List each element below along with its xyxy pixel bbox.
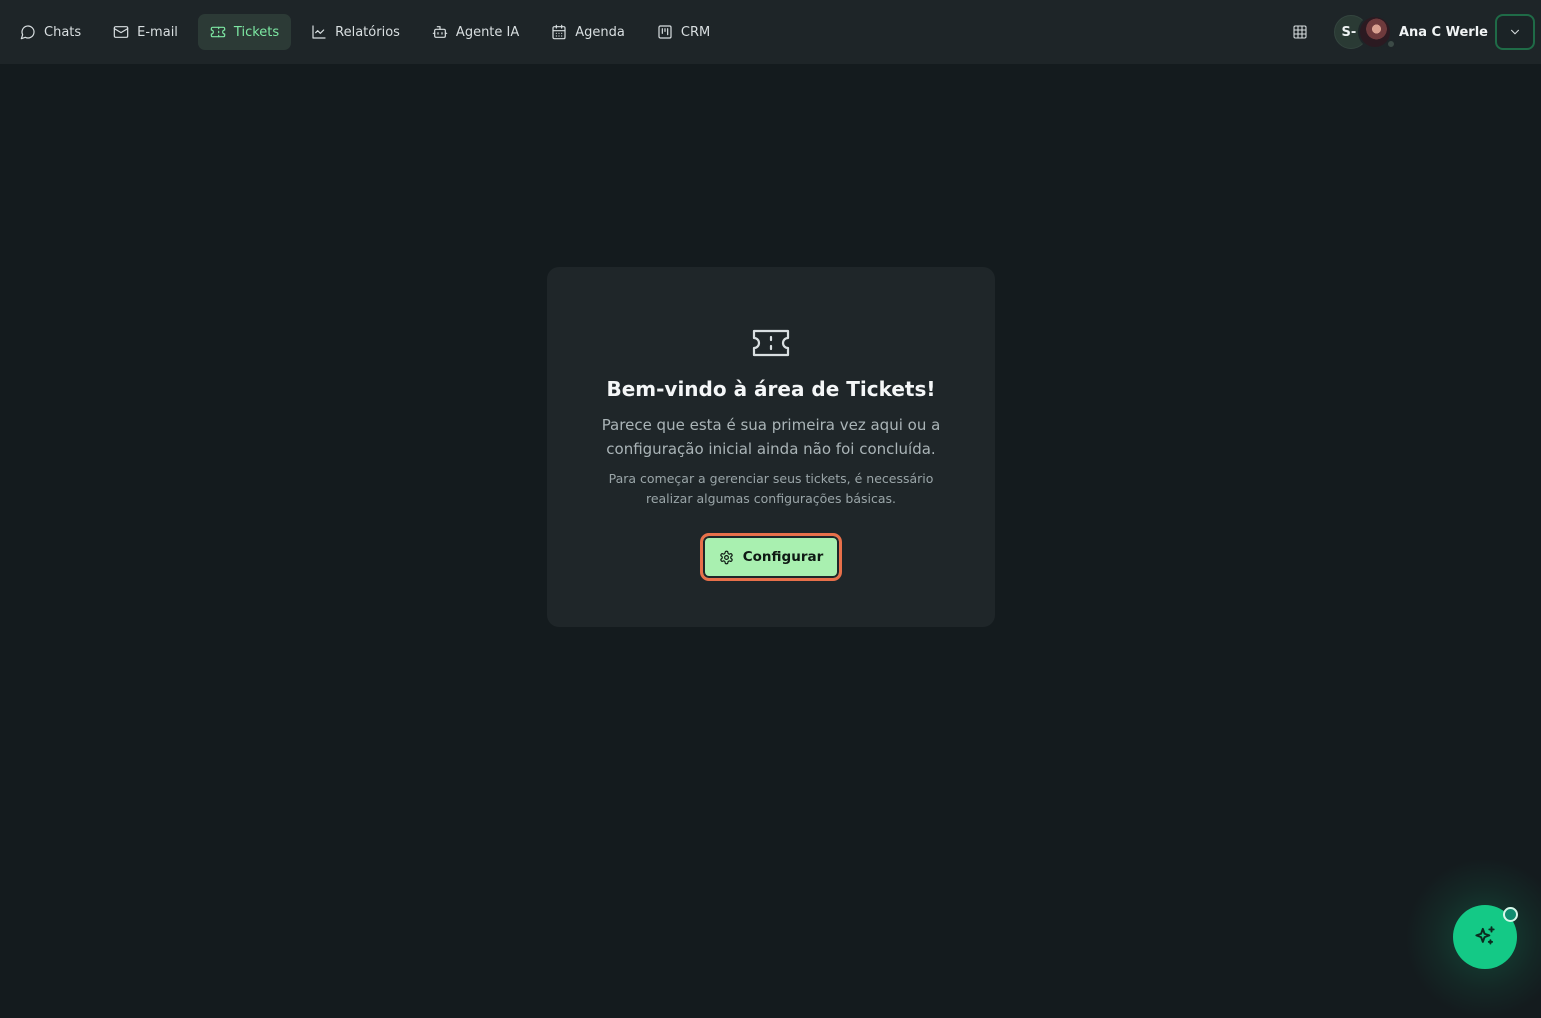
status-indicator (1385, 39, 1396, 49)
nav-item-label: Agente IA (455, 24, 520, 40)
nav-item-relatorios[interactable]: Relatórios (299, 14, 412, 50)
sparkles-icon (1475, 926, 1495, 945)
robot-icon (432, 26, 448, 38)
nav-item-label: Agenda (575, 24, 625, 40)
kanban-icon (658, 25, 672, 39)
user-name: Ana C Werle (1398, 24, 1488, 40)
configure-button-label: Configurar (742, 549, 824, 565)
welcome-card: Bem-vindo à área de Tickets! Parece que … (547, 267, 995, 627)
account-avatars[interactable]: S- (1333, 14, 1396, 50)
chevron-down-icon (1510, 29, 1520, 35)
nav-item-label: Relatórios (335, 24, 400, 40)
welcome-description: Parece que esta é sua primeira vez aqui … (601, 416, 941, 458)
welcome-note: Para começar a gerenciar seus tickets, é… (608, 471, 934, 506)
apps-grid-button[interactable] (1284, 16, 1316, 48)
nav-item-chats[interactable]: Chats (8, 14, 93, 50)
chat-bubble-icon (20, 25, 35, 40)
ticket-icon (210, 26, 226, 38)
nav-item-agente-ia[interactable]: Agente IA (420, 14, 531, 50)
page-title: Bem-vindo à área de Tickets! (606, 377, 936, 401)
notification-dot (1503, 907, 1518, 922)
user-area: S- Ana C Werle (1284, 14, 1535, 50)
nav-item-label: E-mail (137, 24, 178, 40)
nav-item-email[interactable]: E-mail (101, 14, 190, 50)
grid-icon (1293, 25, 1307, 39)
mail-icon (113, 26, 129, 38)
top-navigation-bar: Chats E-mail Tickets Relatórios Agente I… (0, 0, 1541, 64)
configure-button[interactable]: Configurar (699, 533, 843, 581)
nav-item-crm[interactable]: CRM (645, 14, 722, 50)
calendar-icon (552, 24, 566, 40)
ticket-icon (751, 327, 791, 363)
nav-item-label: Chats (44, 24, 82, 40)
nav-item-label: Tickets (233, 24, 280, 40)
nav-item-tickets[interactable]: Tickets (197, 14, 292, 50)
nav-item-agenda[interactable]: Agenda (539, 14, 637, 50)
account-menu-button[interactable] (1495, 14, 1535, 50)
gear-icon (720, 550, 733, 564)
line-chart-icon (312, 25, 326, 39)
nav-item-label: CRM (680, 24, 711, 40)
main-nav: Chats E-mail Tickets Relatórios Agente I… (8, 14, 722, 50)
